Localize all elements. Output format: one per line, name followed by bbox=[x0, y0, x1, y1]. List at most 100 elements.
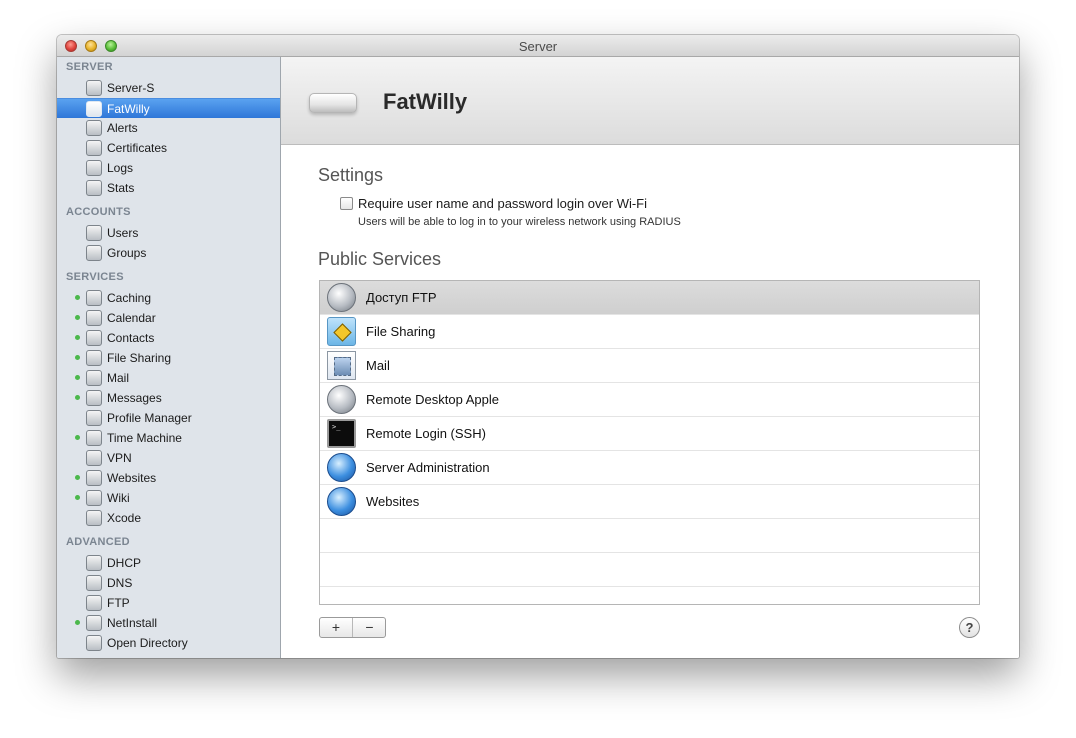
sidebar-item-certificates[interactable]: Certificates bbox=[57, 138, 280, 158]
sidebar-item-server-s[interactable]: Server-S bbox=[57, 78, 280, 98]
sidebar-item-dhcp[interactable]: DHCP bbox=[57, 553, 280, 573]
sidebar-item-label: Stats bbox=[107, 181, 135, 195]
sidebar-item-mail[interactable]: Mail bbox=[57, 368, 280, 388]
service-label: Доступ FTP bbox=[366, 290, 437, 305]
title-bar[interactable]: Server bbox=[57, 35, 1019, 57]
certificate-icon bbox=[86, 140, 102, 156]
device-header: FatWilly bbox=[281, 57, 1019, 145]
service-row[interactable]: Доступ FTP bbox=[320, 281, 979, 315]
sidebar-item-netinstall[interactable]: NetInstall bbox=[57, 613, 280, 633]
open-directory-icon bbox=[86, 635, 102, 651]
service-label: Mail bbox=[366, 358, 390, 373]
sidebar-item-websites[interactable]: Websites bbox=[57, 468, 280, 488]
sharing-sign-icon bbox=[333, 323, 352, 342]
service-running-indicator bbox=[75, 395, 80, 400]
sidebar-section-header: ACCOUNTS bbox=[66, 206, 131, 218]
service-label: File Sharing bbox=[366, 324, 436, 339]
sidebar-item-label: Alerts bbox=[107, 121, 138, 135]
sidebar-item-logs[interactable]: Logs bbox=[57, 158, 280, 178]
window-title: Server bbox=[518, 39, 558, 54]
stamp-icon bbox=[334, 357, 351, 376]
empty-service-row bbox=[320, 519, 979, 553]
sidebar-item-fatwilly[interactable]: FatWilly bbox=[57, 98, 280, 118]
globe-gray-icon bbox=[327, 385, 356, 414]
xcode-icon bbox=[86, 510, 102, 526]
sidebar-item-label: Wiki bbox=[107, 491, 130, 505]
sidebar: SERVER Server-S FatWilly Alerts Certificates… bbox=[57, 57, 281, 658]
sidebar-item-file-sharing[interactable]: File Sharing bbox=[57, 348, 280, 368]
sidebar-item-label: Calendar bbox=[107, 311, 156, 325]
sidebar-item-alerts[interactable]: Alerts bbox=[57, 118, 280, 138]
sidebar-item-vpn[interactable]: VPN bbox=[57, 448, 280, 468]
sidebar-item-messages[interactable]: Messages bbox=[57, 388, 280, 408]
add-service-button[interactable]: + bbox=[320, 618, 353, 637]
service-running-indicator bbox=[75, 375, 80, 380]
server-icon bbox=[86, 80, 102, 96]
sidebar-item-profile-manager[interactable]: Profile Manager bbox=[57, 408, 280, 428]
sidebar-item-label: VPN bbox=[107, 451, 132, 465]
sidebar-item-groups[interactable]: Groups bbox=[57, 243, 280, 263]
messages-icon bbox=[86, 390, 102, 406]
sidebar-item-xcode[interactable]: Xcode bbox=[57, 508, 280, 528]
sidebar-item-contacts[interactable]: Contacts bbox=[57, 328, 280, 348]
service-row[interactable]: Mail bbox=[320, 349, 979, 383]
service-label: Server Administration bbox=[366, 460, 490, 475]
sidebar-item-label: Logs bbox=[107, 161, 134, 175]
service-label: Remote Desktop Apple bbox=[366, 392, 499, 407]
terminal-icon: >_ bbox=[327, 419, 356, 448]
service-label: Websites bbox=[366, 494, 420, 509]
service-running-indicator bbox=[75, 620, 80, 625]
sidebar-item-label: Mail bbox=[107, 371, 130, 385]
remove-service-button[interactable]: − bbox=[353, 618, 386, 637]
require-login-label[interactable]: Require user name and password login ove… bbox=[358, 196, 647, 211]
sidebar-item-ftp[interactable]: FTP bbox=[57, 593, 280, 613]
sidebar-item-open-directory[interactable]: Open Directory bbox=[57, 633, 280, 653]
contacts-icon bbox=[86, 330, 102, 346]
sidebar-item-time-machine[interactable]: Time Machine bbox=[57, 428, 280, 448]
sidebar-item-label: NetInstall bbox=[107, 616, 158, 630]
help-button[interactable]: ? bbox=[959, 617, 980, 638]
user-icon bbox=[86, 225, 102, 241]
sidebar-item-label: Websites bbox=[107, 471, 157, 485]
sidebar-item-label: FatWilly bbox=[107, 102, 150, 116]
settings-heading: Settings bbox=[318, 165, 384, 185]
profile-manager-icon bbox=[86, 410, 102, 426]
sidebar-item-users[interactable]: Users bbox=[57, 223, 280, 243]
dhcp-icon bbox=[86, 555, 102, 571]
service-row[interactable]: Server Administration bbox=[320, 451, 979, 485]
service-row[interactable]: Remote Desktop Apple bbox=[320, 383, 979, 417]
service-running-indicator bbox=[75, 435, 80, 440]
sidebar-item-label: DNS bbox=[107, 576, 133, 590]
main-panel: FatWilly Settings Require user name and … bbox=[281, 57, 1019, 658]
sidebar-item-label: Certificates bbox=[107, 141, 168, 155]
sidebar-item-label: Groups bbox=[107, 246, 147, 260]
sidebar-item-calendar[interactable]: Calendar bbox=[57, 308, 280, 328]
service-row[interactable]: Websites bbox=[320, 485, 979, 519]
time-machine-icon bbox=[86, 430, 102, 446]
service-running-indicator bbox=[75, 495, 80, 500]
add-remove-control: + − bbox=[319, 617, 386, 638]
caching-icon bbox=[86, 290, 102, 306]
service-row[interactable]: >_ Remote Login (SSH) bbox=[320, 417, 979, 451]
sidebar-item-dns[interactable]: DNS bbox=[57, 573, 280, 593]
device-title: FatWilly bbox=[383, 89, 468, 114]
sidebar-item-label: Messages bbox=[107, 391, 162, 405]
sidebar-item-stats[interactable]: Stats bbox=[57, 178, 280, 198]
require-login-checkbox[interactable] bbox=[340, 197, 353, 210]
sidebar-item-label: DHCP bbox=[107, 556, 142, 570]
sidebar-section-header: SERVER bbox=[66, 61, 113, 73]
public-services-list[interactable]: Доступ FTP File Sharing Mail Remote Desktop… bbox=[319, 280, 980, 605]
globe-gray-icon bbox=[327, 283, 356, 312]
group-icon bbox=[86, 245, 102, 261]
calendar-icon bbox=[86, 310, 102, 326]
websites-icon bbox=[86, 470, 102, 486]
sidebar-section-header: ADVANCED bbox=[66, 536, 130, 548]
sidebar-item-caching[interactable]: Caching bbox=[57, 288, 280, 308]
airport-icon bbox=[86, 101, 102, 117]
sidebar-item-wiki[interactable]: Wiki bbox=[57, 488, 280, 508]
sidebar-item-label: Xcode bbox=[107, 511, 142, 525]
sidebar-item-label: Open Directory bbox=[107, 636, 188, 650]
file-sharing-icon bbox=[86, 350, 102, 366]
mail-stamp-icon bbox=[327, 351, 356, 380]
service-row[interactable]: File Sharing bbox=[320, 315, 979, 349]
